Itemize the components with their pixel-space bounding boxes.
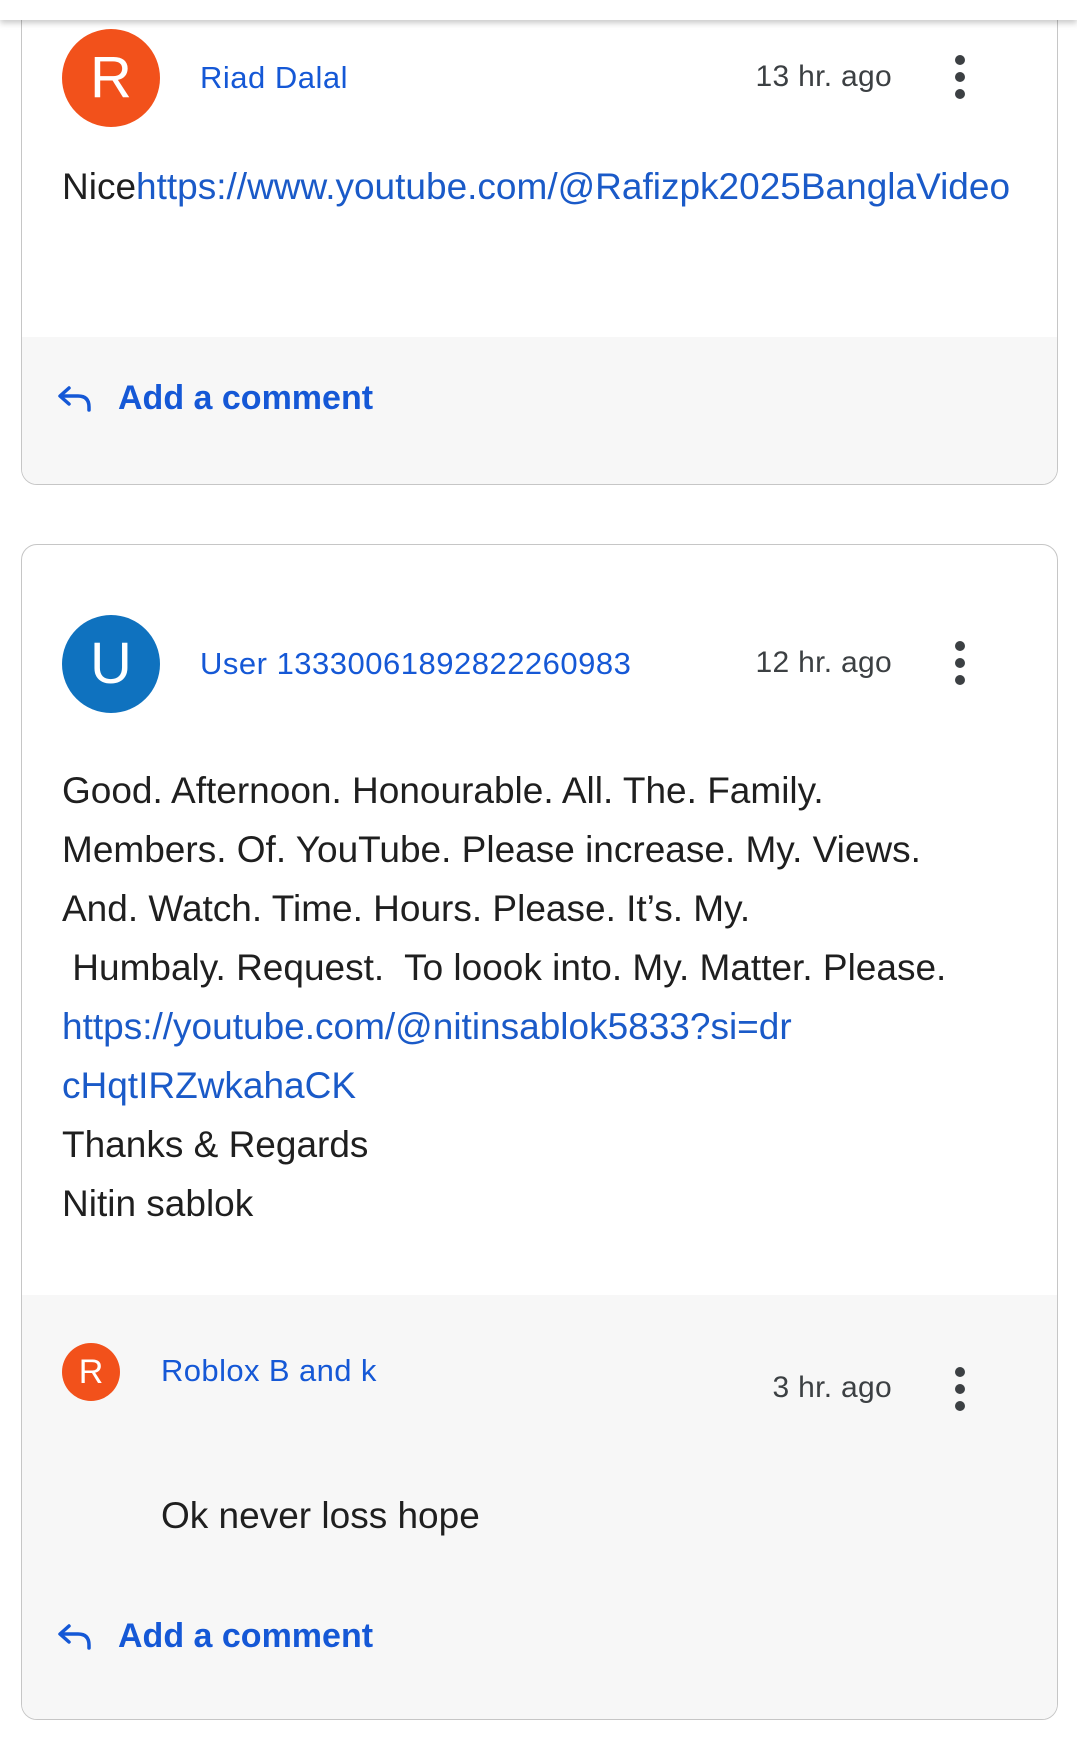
comment-signature: Nitin sablok [62, 1183, 254, 1224]
add-comment-label: Add a comment [118, 1617, 374, 1655]
reply-author[interactable]: Roblox B and k [161, 1353, 377, 1389]
comment-header: U User 13330061892822260983 12 hr. ago [22, 615, 1057, 715]
reply-time: 3 hr. ago [772, 1371, 892, 1404]
avatar[interactable]: R [62, 29, 160, 127]
comment-link[interactable]: https://youtube.com/@nitinsablok5833?si=… [62, 997, 792, 1115]
reply-arrow-icon [58, 385, 91, 412]
top-bar-shadow [0, 0, 1077, 20]
comment-card: R Riad Dalal 13 hr. ago Nicehttps://www.… [21, 0, 1058, 485]
comment-text: Nice [62, 166, 137, 207]
comment-author[interactable]: User 13330061892822260983 [200, 646, 631, 682]
add-comment-button[interactable]: Add a comment [56, 1617, 373, 1656]
comment-link[interactable]: https://www.youtube.com/@Rafizpk2025Bang… [136, 166, 1010, 207]
reply-text: Ok never loss hope [161, 1495, 480, 1536]
comment-body: Nicehttps://www.youtube.com/@Rafizpk2025… [62, 157, 1022, 216]
avatar[interactable]: U [62, 615, 160, 713]
comment-footer: Add a comment [22, 337, 1057, 484]
more-vert-icon[interactable] [953, 1367, 967, 1411]
comment-line: Good. Afternoon. Honourable. All. The. F… [62, 770, 824, 811]
more-vert-icon[interactable] [953, 55, 967, 99]
comment-line: And. Watch. Time. Hours. Please. It’s. M… [62, 888, 751, 929]
comment-line: Members. Of. YouTube. Please increase. M… [62, 829, 921, 870]
comment-line: Humbaly. Request. To loook into. My. Mat… [62, 947, 947, 988]
replies-section: R Roblox B and k 3 hr. ago Ok never loss… [22, 1295, 1057, 1719]
comment-author[interactable]: Riad Dalal [200, 60, 348, 96]
comment-header: R Riad Dalal 13 hr. ago [22, 29, 1057, 129]
avatar[interactable]: R [62, 1343, 120, 1401]
comment-card: U User 13330061892822260983 12 hr. ago G… [21, 544, 1058, 1720]
reply-arrow-icon [58, 1623, 91, 1650]
add-comment-button[interactable]: Add a comment [56, 379, 373, 418]
add-comment-label: Add a comment [118, 379, 374, 417]
comment-body: Good. Afternoon. Honourable. All. The. F… [62, 761, 1022, 1233]
comment-time: 12 hr. ago [755, 646, 892, 679]
comment-time: 13 hr. ago [755, 60, 892, 93]
comment-closing: Thanks & Regards [62, 1124, 369, 1165]
more-vert-icon[interactable] [953, 641, 967, 685]
